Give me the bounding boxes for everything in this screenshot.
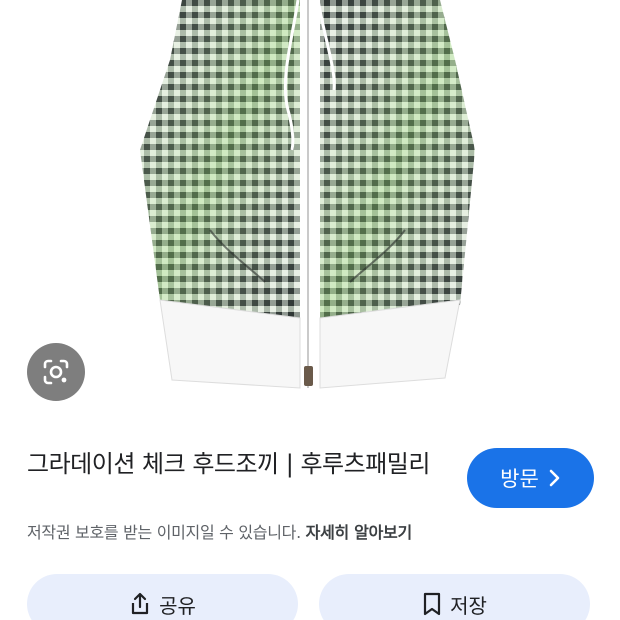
save-button[interactable]: 저장 [319, 574, 590, 620]
share-button[interactable]: 공유 [27, 574, 298, 620]
copyright-notice: 저작권 보호를 받는 이미지일 수 있습니다. 자세히 알아보기 [27, 521, 607, 545]
share-icon [131, 592, 149, 615]
learn-more-link[interactable]: 자세히 알아보기 [306, 523, 413, 542]
product-image [140, 0, 475, 389]
save-label: 저장 [450, 593, 487, 618]
image-preview[interactable] [0, 0, 620, 420]
result-title[interactable]: 그라데이션 체크 후드조끼 | 후루츠패밀리 [27, 446, 447, 483]
copyright-notice-text: 저작권 보호를 받는 이미지일 수 있습니다. [27, 523, 301, 542]
visit-button[interactable]: 방문 [467, 448, 594, 508]
google-lens-icon [43, 359, 69, 385]
share-label: 공유 [159, 593, 196, 618]
chevron-right-icon [549, 469, 560, 487]
google-lens-button[interactable] [27, 343, 85, 401]
visit-label: 방문 [500, 467, 539, 491]
bookmark-icon [423, 592, 441, 616]
